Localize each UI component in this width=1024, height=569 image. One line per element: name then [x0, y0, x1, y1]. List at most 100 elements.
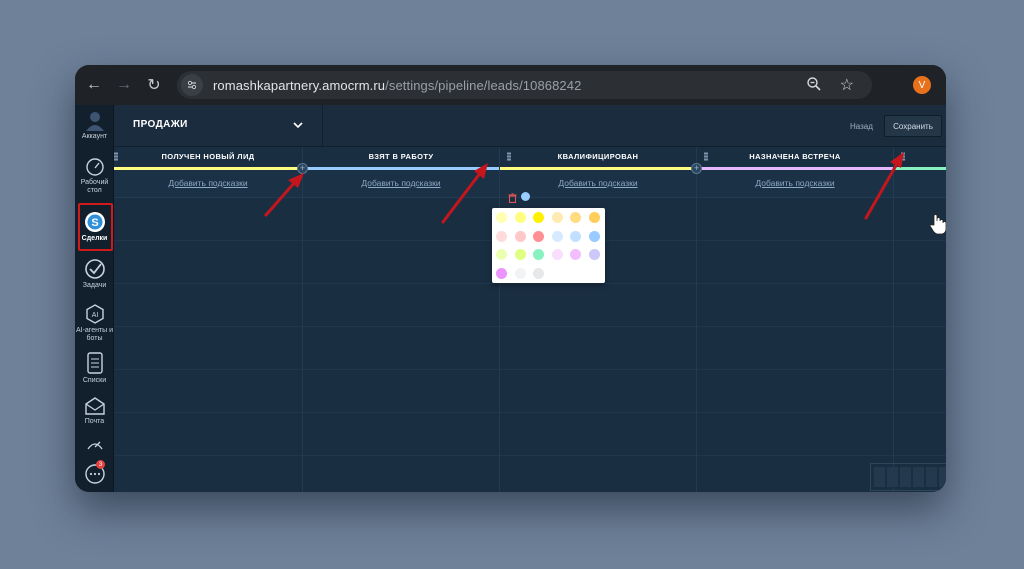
stage-color-bar: [894, 167, 946, 170]
sidebar-item-label: Списки: [82, 377, 107, 384]
add-hints-link[interactable]: Добавить подсказки: [114, 178, 302, 188]
back-button[interactable]: Назад: [850, 122, 873, 131]
color-swatch[interactable]: [551, 249, 563, 260]
color-swatch[interactable]: [496, 230, 507, 242]
add-stage-button[interactable]: +: [297, 163, 308, 174]
trash-icon[interactable]: [508, 193, 517, 203]
color-swatch[interactable]: [588, 249, 600, 260]
sidebar-item-label: Сделки: [81, 235, 108, 242]
forward-arrow-icon[interactable]: →: [113, 74, 135, 96]
color-swatch[interactable]: [551, 212, 563, 223]
minimap-cell: [874, 467, 885, 487]
stage-color-bar: [500, 167, 696, 170]
color-swatch[interactable]: [533, 230, 544, 242]
save-button[interactable]: Сохранить: [884, 115, 942, 137]
add-stage-button[interactable]: +: [691, 163, 702, 174]
minimap-cell: [913, 467, 924, 487]
color-swatch[interactable]: [588, 230, 600, 242]
sidebar-item-account[interactable]: Аккаунт: [75, 109, 114, 141]
stage-color-bar: [303, 167, 499, 170]
site-settings-icon[interactable]: [181, 74, 203, 96]
minimap-cell: [939, 467, 946, 487]
bookmark-star-icon[interactable]: ☆: [840, 75, 854, 95]
sidebar-item-mail[interactable]: Почта: [75, 396, 114, 426]
pipeline-board: ПОЛУЧЕН НОВЫЙ ЛИД Добавить подсказки ВЗЯ…: [114, 147, 946, 492]
color-swatch[interactable]: [496, 249, 507, 260]
chevron-down-icon[interactable]: [292, 119, 304, 131]
sidebar-item-label: AI-агенты и боты: [75, 327, 114, 342]
color-swatch[interactable]: [570, 230, 581, 242]
stage-color-bar: [114, 167, 302, 170]
url-text: romashkapartnery.amocrm.ru/settings/pipe…: [213, 77, 582, 93]
sidebar-item-tasks[interactable]: Задачи: [75, 258, 114, 290]
pipeline-header: ПРОДАЖИ Назад Сохранить: [114, 105, 946, 147]
zoom-icon[interactable]: [806, 76, 822, 97]
stage-title[interactable]: ВЗЯТ В РАБОТУ: [303, 147, 499, 167]
svg-text:AI: AI: [91, 312, 98, 319]
stage-title[interactable]: НАЗНАЧЕНА ВСТРЕЧА: [697, 147, 893, 167]
browser-window: ← → ↻ romashkapartnery.amocrm.ru/setting…: [75, 65, 946, 492]
ai-icon: AI: [85, 304, 104, 324]
minimap-cell: [926, 467, 937, 487]
stage-title[interactable]: ПОЛУЧЕН НОВЫЙ ЛИД: [114, 147, 302, 167]
color-swatch[interactable]: [533, 249, 544, 260]
stage-color-selector[interactable]: [521, 192, 530, 201]
stage-column: ПОЛУЧЕН НОВЫЙ ЛИД Добавить подсказки: [114, 147, 303, 492]
stage-column: [894, 147, 946, 492]
header-divider: [322, 105, 323, 147]
color-swatch[interactable]: [496, 267, 507, 279]
color-swatch[interactable]: [514, 212, 526, 223]
stage-column: КВАЛИФИЦИРОВАН Добавить подсказки: [500, 147, 697, 492]
svg-text:S: S: [91, 217, 98, 229]
sidebar-item-stats[interactable]: [75, 437, 114, 453]
deals-icon: S: [84, 212, 105, 232]
color-swatch[interactable]: [514, 249, 526, 260]
sidebar-item-deals[interactable]: S Сделки: [75, 211, 114, 243]
pipeline-editor: ПРОДАЖИ Назад Сохранить ПОЛУЧЕН НОВЫЙ ЛИ…: [114, 105, 946, 492]
board-minimap[interactable]: [870, 463, 946, 491]
stage-title[interactable]: КВАЛИФИЦИРОВАН: [500, 147, 696, 167]
list-icon: [86, 352, 103, 374]
sidebar-item-dashboard[interactable]: Рабочий стол: [75, 157, 114, 195]
color-swatch[interactable]: [514, 230, 526, 242]
add-hints-link[interactable]: Добавить подсказки: [303, 178, 499, 188]
color-swatch[interactable]: [551, 230, 563, 242]
sidebar-item-label: Рабочий стол: [80, 179, 109, 194]
profile-avatar[interactable]: V: [913, 76, 931, 94]
sidebar-item-lists[interactable]: Списки: [75, 351, 114, 385]
color-swatch[interactable]: [588, 212, 600, 223]
check-icon: [84, 259, 105, 279]
column-band: [894, 170, 946, 198]
drag-handle-icon[interactable]: [114, 152, 118, 161]
stage-color-bar: [697, 167, 893, 170]
color-swatch[interactable]: [496, 212, 507, 223]
color-swatch[interactable]: [570, 249, 581, 260]
add-hints-link[interactable]: Добавить подсказки: [697, 178, 893, 188]
sidebar-item-chat[interactable]: [75, 463, 114, 487]
pipeline-name[interactable]: ПРОДАЖИ: [133, 119, 188, 130]
sidebar-item-label: Аккаунт: [81, 133, 108, 140]
add-hints-link[interactable]: Добавить подсказки: [500, 178, 696, 188]
mail-icon: [84, 397, 105, 415]
color-palette-popup: [492, 208, 605, 283]
color-swatch[interactable]: [570, 212, 581, 223]
minimap-cell: [900, 467, 911, 487]
sidebar: Аккаунт Рабочий стол S Сделки Задачи AI …: [75, 105, 114, 492]
stage-column: НАЗНАЧЕНА ВСТРЕЧА Добавить подсказки: [697, 147, 894, 492]
browser-toolbar: ← → ↻ romashkapartnery.amocrm.ru/setting…: [75, 65, 946, 105]
stats-icon: [86, 441, 103, 450]
sidebar-item-label: Почта: [84, 418, 105, 425]
color-swatch[interactable]: [533, 212, 544, 223]
reload-icon[interactable]: ↻: [143, 74, 165, 96]
minimap-cell: [887, 467, 898, 487]
color-swatch[interactable]: [514, 267, 526, 279]
chat-badge: 3: [96, 460, 105, 469]
user-icon: [85, 112, 104, 131]
drag-handle-icon[interactable]: [901, 152, 905, 161]
address-bar[interactable]: romashkapartnery.amocrm.ru/settings/pipe…: [177, 71, 872, 99]
color-swatch[interactable]: [533, 267, 544, 279]
sidebar-item-ai-agents[interactable]: AI AI-агенты и боты: [75, 303, 114, 343]
sidebar-item-label: Задачи: [82, 282, 107, 289]
stage-column: ВЗЯТ В РАБОТУ Добавить подсказки: [303, 147, 500, 492]
back-arrow-icon[interactable]: ←: [83, 74, 105, 96]
